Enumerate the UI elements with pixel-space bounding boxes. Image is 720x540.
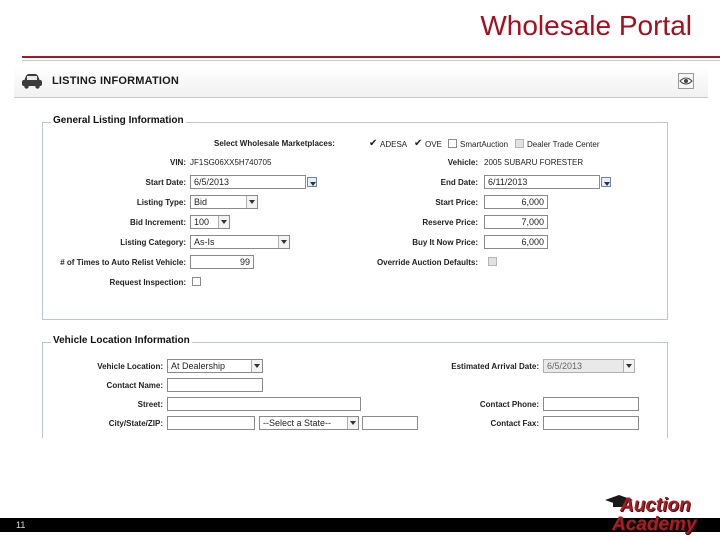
title-rule-light (22, 60, 720, 61)
street-label: Street: (137, 400, 163, 409)
smartauction-option-label: SmartAuction (460, 140, 509, 149)
reserve-price-input[interactable]: 7,000 (484, 215, 548, 229)
listing-category-select[interactable]: As-Is (190, 235, 290, 249)
contact-fax-input[interactable] (543, 416, 639, 430)
zip-input[interactable] (362, 416, 418, 430)
title-rule (22, 56, 720, 58)
request-inspection-label: Request Inspection: (109, 278, 186, 287)
arrival-date-select[interactable]: 6/5/2013 (543, 359, 635, 373)
buy-it-now-input[interactable]: 6,000 (484, 235, 548, 249)
listing-category-value: As-Is (194, 237, 215, 247)
listing-header-bar: LISTING INFORMATION (14, 66, 708, 98)
override-defaults-label: Override Auction Defaults: (376, 258, 478, 267)
chevron-down-icon (246, 196, 257, 208)
auction-academy-logo: Auction Academy (604, 494, 708, 536)
arrival-date-label: Estimated Arrival Date: (451, 362, 539, 371)
start-price-label: Start Price: (435, 198, 478, 207)
bid-increment-value: 100 (194, 217, 210, 227)
state-select[interactable]: --Select a State-- (259, 416, 359, 430)
end-date-picker-icon[interactable] (601, 177, 611, 187)
start-date-label: Start Date: (145, 178, 186, 187)
contact-name-label: Contact Name: (106, 381, 163, 390)
city-input[interactable] (167, 416, 255, 430)
listing-information-title: LISTING INFORMATION (52, 75, 180, 87)
listing-type-value: Bid (194, 197, 208, 207)
slide-title: Wholesale Portal (480, 10, 692, 41)
ove-checkmark-icon[interactable]: ✔ (414, 139, 422, 149)
vehicle-location-label: Vehicle Location: (97, 362, 163, 371)
vin-value: JF1SG06XX5H740705 (190, 158, 272, 167)
end-date-label: End Date: (440, 178, 478, 187)
adesa-checkmark-icon[interactable]: ✔ (369, 139, 377, 149)
contact-phone-label: Contact Phone: (479, 400, 539, 409)
chevron-down-icon (251, 360, 262, 372)
buy-it-now-label: Buy It Now Price: (412, 238, 478, 247)
vehicle-location-value: At Dealership (171, 361, 226, 371)
dealer-trade-center-label: Dealer Trade Center (527, 140, 600, 149)
bid-increment-label: Bid Increment: (129, 218, 186, 227)
chevron-down-icon (218, 216, 229, 228)
contact-fax-label: Contact Fax: (490, 419, 539, 428)
start-date-picker-icon[interactable] (307, 177, 317, 187)
smartauction-checkbox[interactable] (448, 139, 457, 148)
portal-screenshot: LISTING INFORMATION General Listing Info… (14, 66, 708, 438)
arrival-date-value: 6/5/2013 (547, 361, 583, 371)
listing-type-select[interactable]: Bid (190, 195, 258, 209)
start-price-input[interactable]: 6,000 (484, 195, 548, 209)
end-date-input[interactable]: 6/11/2013 (484, 175, 600, 189)
chevron-down-icon (347, 417, 358, 429)
vin-label: VIN: (170, 158, 186, 167)
start-date-input[interactable]: 6/5/2013 (190, 175, 306, 189)
street-input[interactable] (167, 397, 361, 411)
logo-line-academy: Academy (612, 514, 697, 535)
marketplaces-label: Select Wholesale Marketplaces: (214, 139, 335, 148)
vehicle-label: Vehicle: (447, 158, 478, 167)
override-defaults-checkbox[interactable] (488, 257, 497, 266)
general-listing-legend: General Listing Information (51, 115, 186, 126)
bid-increment-select[interactable]: 100 (190, 215, 230, 229)
eye-icon (679, 77, 693, 85)
city-state-zip-label: City/State/ZIP: (108, 419, 163, 428)
reserve-price-label: Reserve Price: (422, 218, 478, 227)
state-select-value: --Select a State-- (263, 418, 332, 428)
auto-relist-label: # of Times to Auto Relist Vehicle: (60, 258, 186, 267)
chevron-down-icon (623, 360, 634, 372)
listing-type-label: Listing Type: (136, 198, 186, 207)
vehicle-location-select[interactable]: At Dealership (167, 359, 263, 373)
vehicle-location-legend: Vehicle Location Information (51, 335, 192, 346)
car-icon (22, 74, 42, 89)
vehicle-value: 2005 SUBARU FORESTER (484, 158, 584, 167)
chevron-down-icon (278, 236, 289, 248)
logo-line-auction: Auction (620, 495, 691, 516)
contact-name-input[interactable] (167, 378, 263, 392)
view-toggle-button[interactable] (678, 73, 694, 89)
adesa-option-label: ADESA (380, 140, 408, 149)
request-inspection-checkbox[interactable] (192, 277, 201, 286)
contact-phone-input[interactable] (543, 397, 639, 411)
ove-option-label: OVE (425, 140, 442, 149)
dealer-trade-center-checkbox[interactable] (515, 139, 524, 148)
listing-category-label: Listing Category: (120, 238, 186, 247)
page-number: 11 (16, 520, 26, 530)
auto-relist-input[interactable]: 99 (190, 255, 254, 269)
